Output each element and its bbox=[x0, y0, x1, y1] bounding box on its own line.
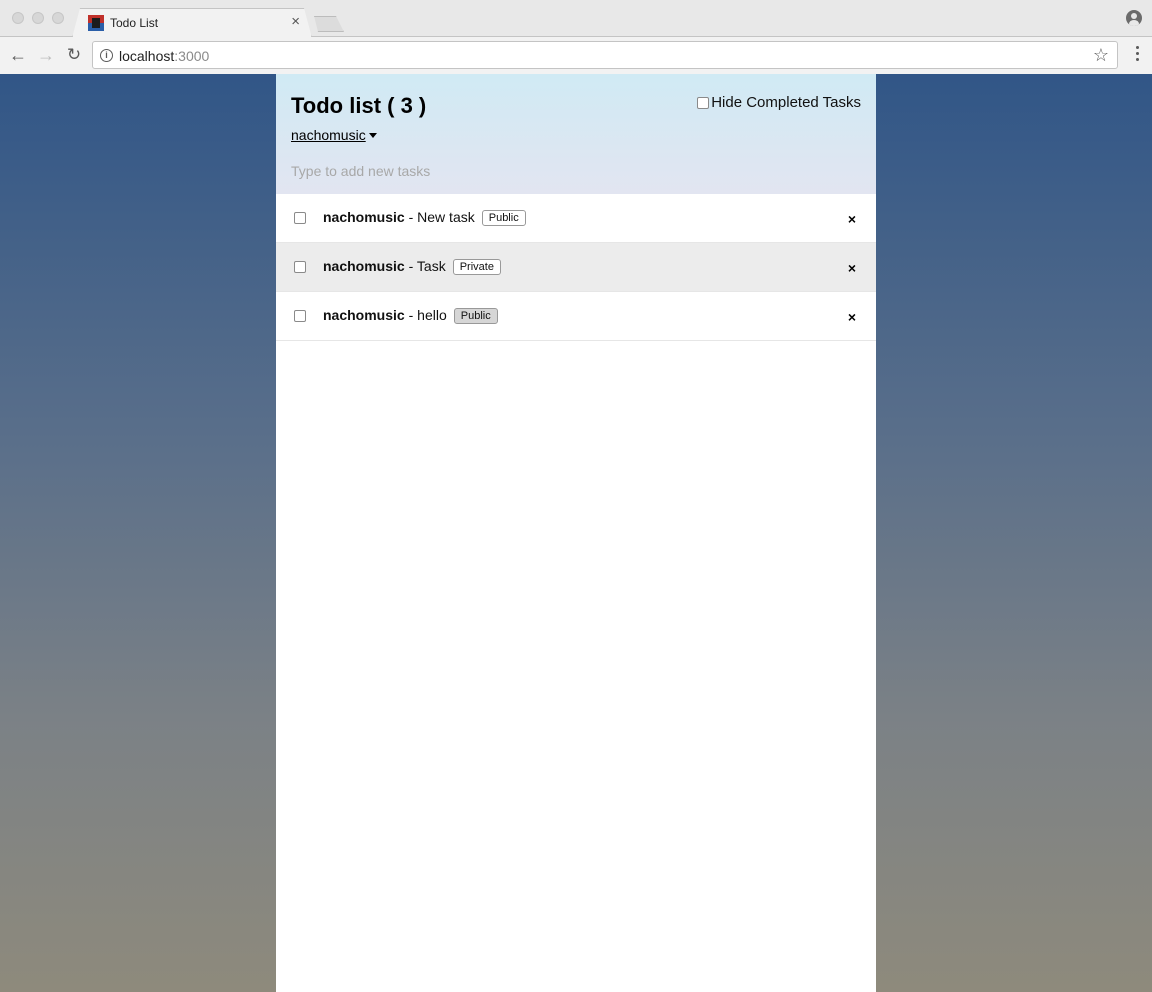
info-icon[interactable]: i bbox=[100, 49, 113, 62]
address-bar[interactable]: i localhost:3000 ☆ bbox=[92, 41, 1118, 69]
tab-strip: Todo List × bbox=[0, 0, 1152, 37]
profile-icon[interactable] bbox=[1126, 10, 1142, 26]
task-label: Task bbox=[416, 258, 446, 274]
task-checkbox[interactable] bbox=[294, 261, 306, 273]
task-owner: nachomusic bbox=[323, 307, 405, 323]
favicon-icon bbox=[88, 15, 104, 31]
task-label: New task bbox=[417, 209, 475, 225]
tab-close-icon[interactable]: × bbox=[291, 14, 300, 30]
task-separator: - bbox=[404, 258, 417, 274]
task-item: nachomusic - Task Private × bbox=[276, 243, 876, 292]
browser-toolbar: ← → ↻ i localhost:3000 ☆ bbox=[0, 37, 1152, 74]
task-label: hello bbox=[417, 307, 447, 323]
hide-completed-checkbox[interactable] bbox=[697, 97, 710, 109]
browser-chrome: Todo List × ← → ↻ i localhost:3000 ☆ bbox=[0, 0, 1152, 74]
browser-tab[interactable]: Todo List × bbox=[72, 8, 312, 38]
window-close-button[interactable] bbox=[12, 12, 24, 24]
hide-completed-label: Hide Completed Tasks bbox=[711, 94, 861, 111]
window-minimize-button[interactable] bbox=[32, 12, 44, 24]
task-list: nachomusic - New task Public × nachomusic… bbox=[276, 194, 876, 341]
task-checkbox[interactable] bbox=[294, 310, 306, 322]
browser-menu-icon[interactable] bbox=[1136, 46, 1140, 64]
forward-arrow-icon[interactable]: → bbox=[36, 45, 56, 65]
visibility-toggle-button[interactable]: Private bbox=[452, 259, 501, 275]
page-title: Todo list ( 3 ) bbox=[291, 93, 427, 118]
task-text: nachomusic - Task Private bbox=[323, 258, 501, 275]
visibility-toggle-button[interactable]: Public bbox=[453, 308, 498, 324]
task-checkbox[interactable] bbox=[294, 212, 306, 224]
delete-task-icon[interactable]: × bbox=[848, 310, 856, 324]
bookmark-star-icon[interactable]: ☆ bbox=[1093, 45, 1109, 65]
hide-completed-toggle[interactable]: Hide Completed Tasks bbox=[697, 94, 861, 111]
task-item: nachomusic - hello Public × bbox=[276, 292, 876, 341]
todo-container: Todo list ( 3 ) Hide Completed Tasks nac… bbox=[276, 74, 876, 992]
task-separator: - bbox=[404, 307, 418, 323]
task-text: nachomusic - New task Public bbox=[323, 209, 526, 226]
visibility-toggle-button[interactable]: Public bbox=[481, 210, 526, 226]
new-tab-button[interactable] bbox=[310, 16, 344, 32]
page-background: Todo list ( 3 ) Hide Completed Tasks nac… bbox=[0, 74, 1152, 992]
task-item: nachomusic - New task Public × bbox=[276, 194, 876, 243]
task-owner: nachomusic bbox=[323, 258, 405, 274]
task-owner: nachomusic bbox=[323, 209, 405, 225]
task-separator: - bbox=[404, 209, 418, 225]
tab-title: Todo List bbox=[110, 16, 159, 30]
task-text: nachomusic - hello Public bbox=[323, 307, 498, 324]
user-menu-dropdown[interactable]: nachomusic bbox=[291, 127, 377, 143]
url-text[interactable]: localhost:3000 bbox=[119, 48, 209, 64]
delete-task-icon[interactable]: × bbox=[848, 261, 856, 275]
tab-background bbox=[73, 9, 311, 38]
window-maximize-button[interactable] bbox=[52, 12, 64, 24]
back-arrow-icon[interactable]: ← bbox=[8, 45, 28, 65]
caret-down-icon bbox=[368, 133, 377, 138]
todo-header: Todo list ( 3 ) Hide Completed Tasks nac… bbox=[276, 74, 876, 194]
delete-task-icon[interactable]: × bbox=[848, 212, 856, 226]
username-label: nachomusic bbox=[291, 127, 366, 143]
reload-icon[interactable]: ↻ bbox=[64, 45, 84, 65]
new-task-input[interactable]: Type to add new tasks bbox=[291, 163, 861, 183]
